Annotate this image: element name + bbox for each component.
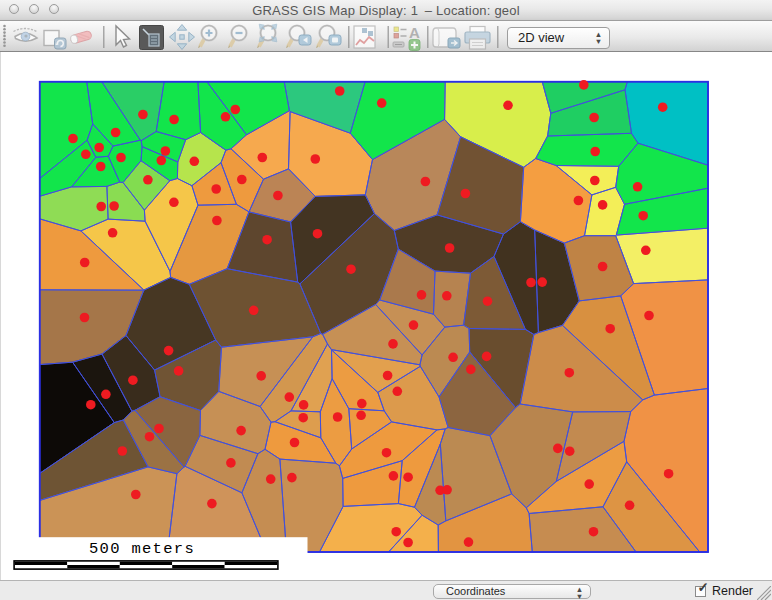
svg-text:A: A (409, 24, 420, 41)
